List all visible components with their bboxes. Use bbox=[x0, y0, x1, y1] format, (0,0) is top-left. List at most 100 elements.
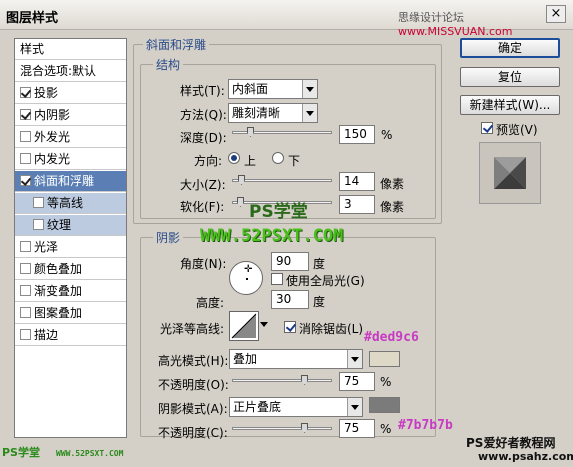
bevel-style-value: 内斜面 bbox=[232, 82, 269, 96]
gloss-contour-picker[interactable] bbox=[229, 311, 259, 341]
bottom-left-url: WWW.52PSXT.COM bbox=[56, 449, 124, 458]
direction-up-radio[interactable] bbox=[228, 152, 240, 164]
style-item-inner-glow[interactable]: 内发光 bbox=[15, 149, 126, 170]
highlight-mode-label: 高光模式(H): bbox=[158, 354, 229, 368]
shadow-mode-value: 正片叠底 bbox=[233, 400, 282, 414]
shadow-opacity-slider[interactable] bbox=[232, 423, 332, 433]
size-input[interactable]: 14 bbox=[339, 172, 375, 191]
crosshair-icon: ✛ bbox=[244, 264, 253, 275]
style-item-inner-shadow[interactable]: 内阴影 bbox=[15, 105, 126, 126]
site-url-watermark: WWW.52PSXT.COM bbox=[200, 226, 344, 246]
dial-center-icon bbox=[246, 278, 248, 280]
checkbox-icon[interactable] bbox=[33, 197, 44, 208]
style-item-label: 内阴影 bbox=[34, 108, 71, 122]
style-item-label: 图案叠加 bbox=[34, 306, 83, 320]
watermark-forum: 思缘设计论坛 bbox=[398, 11, 464, 24]
style-list: 样式 混合选项:默认 投影 内阴影 外发光 内发光 斜面和浮雕 等高线 纹理 光… bbox=[14, 38, 127, 438]
soften-input[interactable]: 3 bbox=[339, 195, 375, 214]
checkbox-icon[interactable] bbox=[20, 307, 31, 318]
style-item-label: 内发光 bbox=[34, 152, 71, 166]
angle-unit: 度 bbox=[313, 257, 326, 271]
style-item-contour[interactable]: 等高线 bbox=[15, 193, 126, 214]
shadow-color-swatch[interactable] bbox=[369, 397, 400, 413]
layer-style-dialog: 图层样式 思缘设计论坛 www.MISSVUAN.com × 样式 混合选项:默… bbox=[0, 0, 573, 467]
close-button[interactable]: × bbox=[546, 5, 566, 23]
shadow-opacity-unit: % bbox=[380, 422, 392, 436]
chevron-down-icon bbox=[302, 104, 317, 122]
direction-up-label: 上 bbox=[244, 154, 257, 168]
altitude-label: 高度: bbox=[196, 296, 225, 310]
checkbox-icon[interactable] bbox=[20, 285, 31, 296]
technique-select[interactable]: 雕刻清晰 bbox=[228, 103, 318, 123]
highlight-opacity-slider[interactable] bbox=[232, 375, 332, 385]
style-item-gradient-overlay[interactable]: 渐变叠加 bbox=[15, 281, 126, 302]
chevron-down-icon bbox=[347, 398, 362, 416]
size-label: 大小(Z): bbox=[180, 178, 226, 192]
dialog-title: 图层样式 bbox=[6, 11, 59, 26]
style-item-drop-shadow[interactable]: 投影 bbox=[15, 83, 126, 104]
shadow-mode-label: 阴影模式(A): bbox=[158, 402, 228, 416]
chevron-down-icon bbox=[302, 80, 317, 98]
depth-input[interactable]: 150 bbox=[339, 125, 375, 144]
highlight-opacity-label: 不透明度(O): bbox=[158, 378, 229, 392]
angle-dial[interactable]: ✛ bbox=[229, 261, 263, 295]
blend-options-item[interactable]: 混合选项:默认 bbox=[15, 61, 126, 82]
bottom-left-watermark: PS学堂 bbox=[2, 446, 40, 459]
checkbox-icon[interactable] bbox=[20, 153, 31, 164]
altitude-input[interactable]: 30 bbox=[271, 290, 309, 309]
bevel-style-select[interactable]: 内斜面 bbox=[228, 79, 318, 99]
checkbox-icon[interactable] bbox=[20, 131, 31, 142]
style-item-stroke[interactable]: 描边 bbox=[15, 325, 126, 346]
angle-input[interactable]: 90 bbox=[271, 252, 309, 271]
highlight-color-swatch[interactable] bbox=[369, 351, 400, 367]
size-slider[interactable] bbox=[232, 175, 332, 185]
highlight-opacity-input[interactable]: 75 bbox=[339, 372, 375, 391]
ok-button[interactable]: 确定 bbox=[460, 38, 560, 58]
checkbox-icon[interactable] bbox=[20, 175, 31, 186]
shadow-mode-select[interactable]: 正片叠底 bbox=[229, 397, 363, 417]
altitude-unit: 度 bbox=[313, 295, 326, 309]
highlight-opacity-unit: % bbox=[380, 375, 392, 389]
reset-button[interactable]: 复位 bbox=[460, 67, 560, 87]
shadow-opacity-input[interactable]: 75 bbox=[339, 419, 375, 438]
style-item-label: 投影 bbox=[34, 86, 59, 100]
checkbox-icon[interactable] bbox=[20, 263, 31, 274]
new-style-button[interactable]: 新建样式(W)... bbox=[460, 95, 560, 115]
direction-down-radio[interactable] bbox=[272, 152, 284, 164]
global-light-label: 使用全局光(G) bbox=[286, 274, 365, 288]
bevel-preview-icon bbox=[494, 157, 526, 189]
technique-value: 雕刻清晰 bbox=[232, 106, 281, 120]
style-list-header[interactable]: 样式 bbox=[15, 39, 126, 60]
style-item-label: 纹理 bbox=[47, 218, 72, 232]
style-item-outer-glow[interactable]: 外发光 bbox=[15, 127, 126, 148]
depth-slider[interactable] bbox=[232, 127, 332, 137]
checkbox-icon[interactable] bbox=[33, 219, 44, 230]
chevron-down-icon bbox=[347, 350, 362, 368]
global-light-checkbox[interactable] bbox=[271, 273, 283, 285]
style-label: 样式(T): bbox=[180, 84, 225, 98]
gloss-contour-label: 光泽等高线: bbox=[160, 322, 225, 336]
highlight-mode-select[interactable]: 叠加 bbox=[229, 349, 363, 369]
contour-curve-icon bbox=[231, 313, 257, 339]
style-item-pattern-overlay[interactable]: 图案叠加 bbox=[15, 303, 126, 324]
direction-down-label: 下 bbox=[288, 154, 301, 168]
style-item-color-overlay[interactable]: 颜色叠加 bbox=[15, 259, 126, 280]
checkbox-icon[interactable] bbox=[20, 109, 31, 120]
shadow-hex-annotation: #7b7b7b bbox=[398, 418, 453, 433]
style-item-texture[interactable]: 纹理 bbox=[15, 215, 126, 236]
chevron-down-icon[interactable] bbox=[260, 322, 268, 331]
anti-alias-label: 消除锯齿(L) bbox=[299, 322, 364, 336]
style-item-label: 斜面和浮雕 bbox=[34, 174, 95, 188]
checkbox-icon[interactable] bbox=[20, 87, 31, 98]
bevel-emboss-title: 斜面和浮雕 bbox=[143, 36, 210, 53]
soften-label: 软化(F): bbox=[180, 200, 225, 214]
anti-alias-checkbox[interactable] bbox=[284, 321, 296, 333]
style-item-bevel-emboss[interactable]: 斜面和浮雕 bbox=[15, 171, 126, 192]
checkbox-icon[interactable] bbox=[20, 329, 31, 340]
direction-label: 方向: bbox=[194, 154, 223, 168]
depth-label: 深度(D): bbox=[180, 131, 227, 145]
checkbox-icon[interactable] bbox=[20, 241, 31, 252]
preview-checkbox[interactable] bbox=[481, 122, 493, 134]
style-item-label: 颜色叠加 bbox=[34, 262, 83, 276]
style-item-satin[interactable]: 光泽 bbox=[15, 237, 126, 258]
